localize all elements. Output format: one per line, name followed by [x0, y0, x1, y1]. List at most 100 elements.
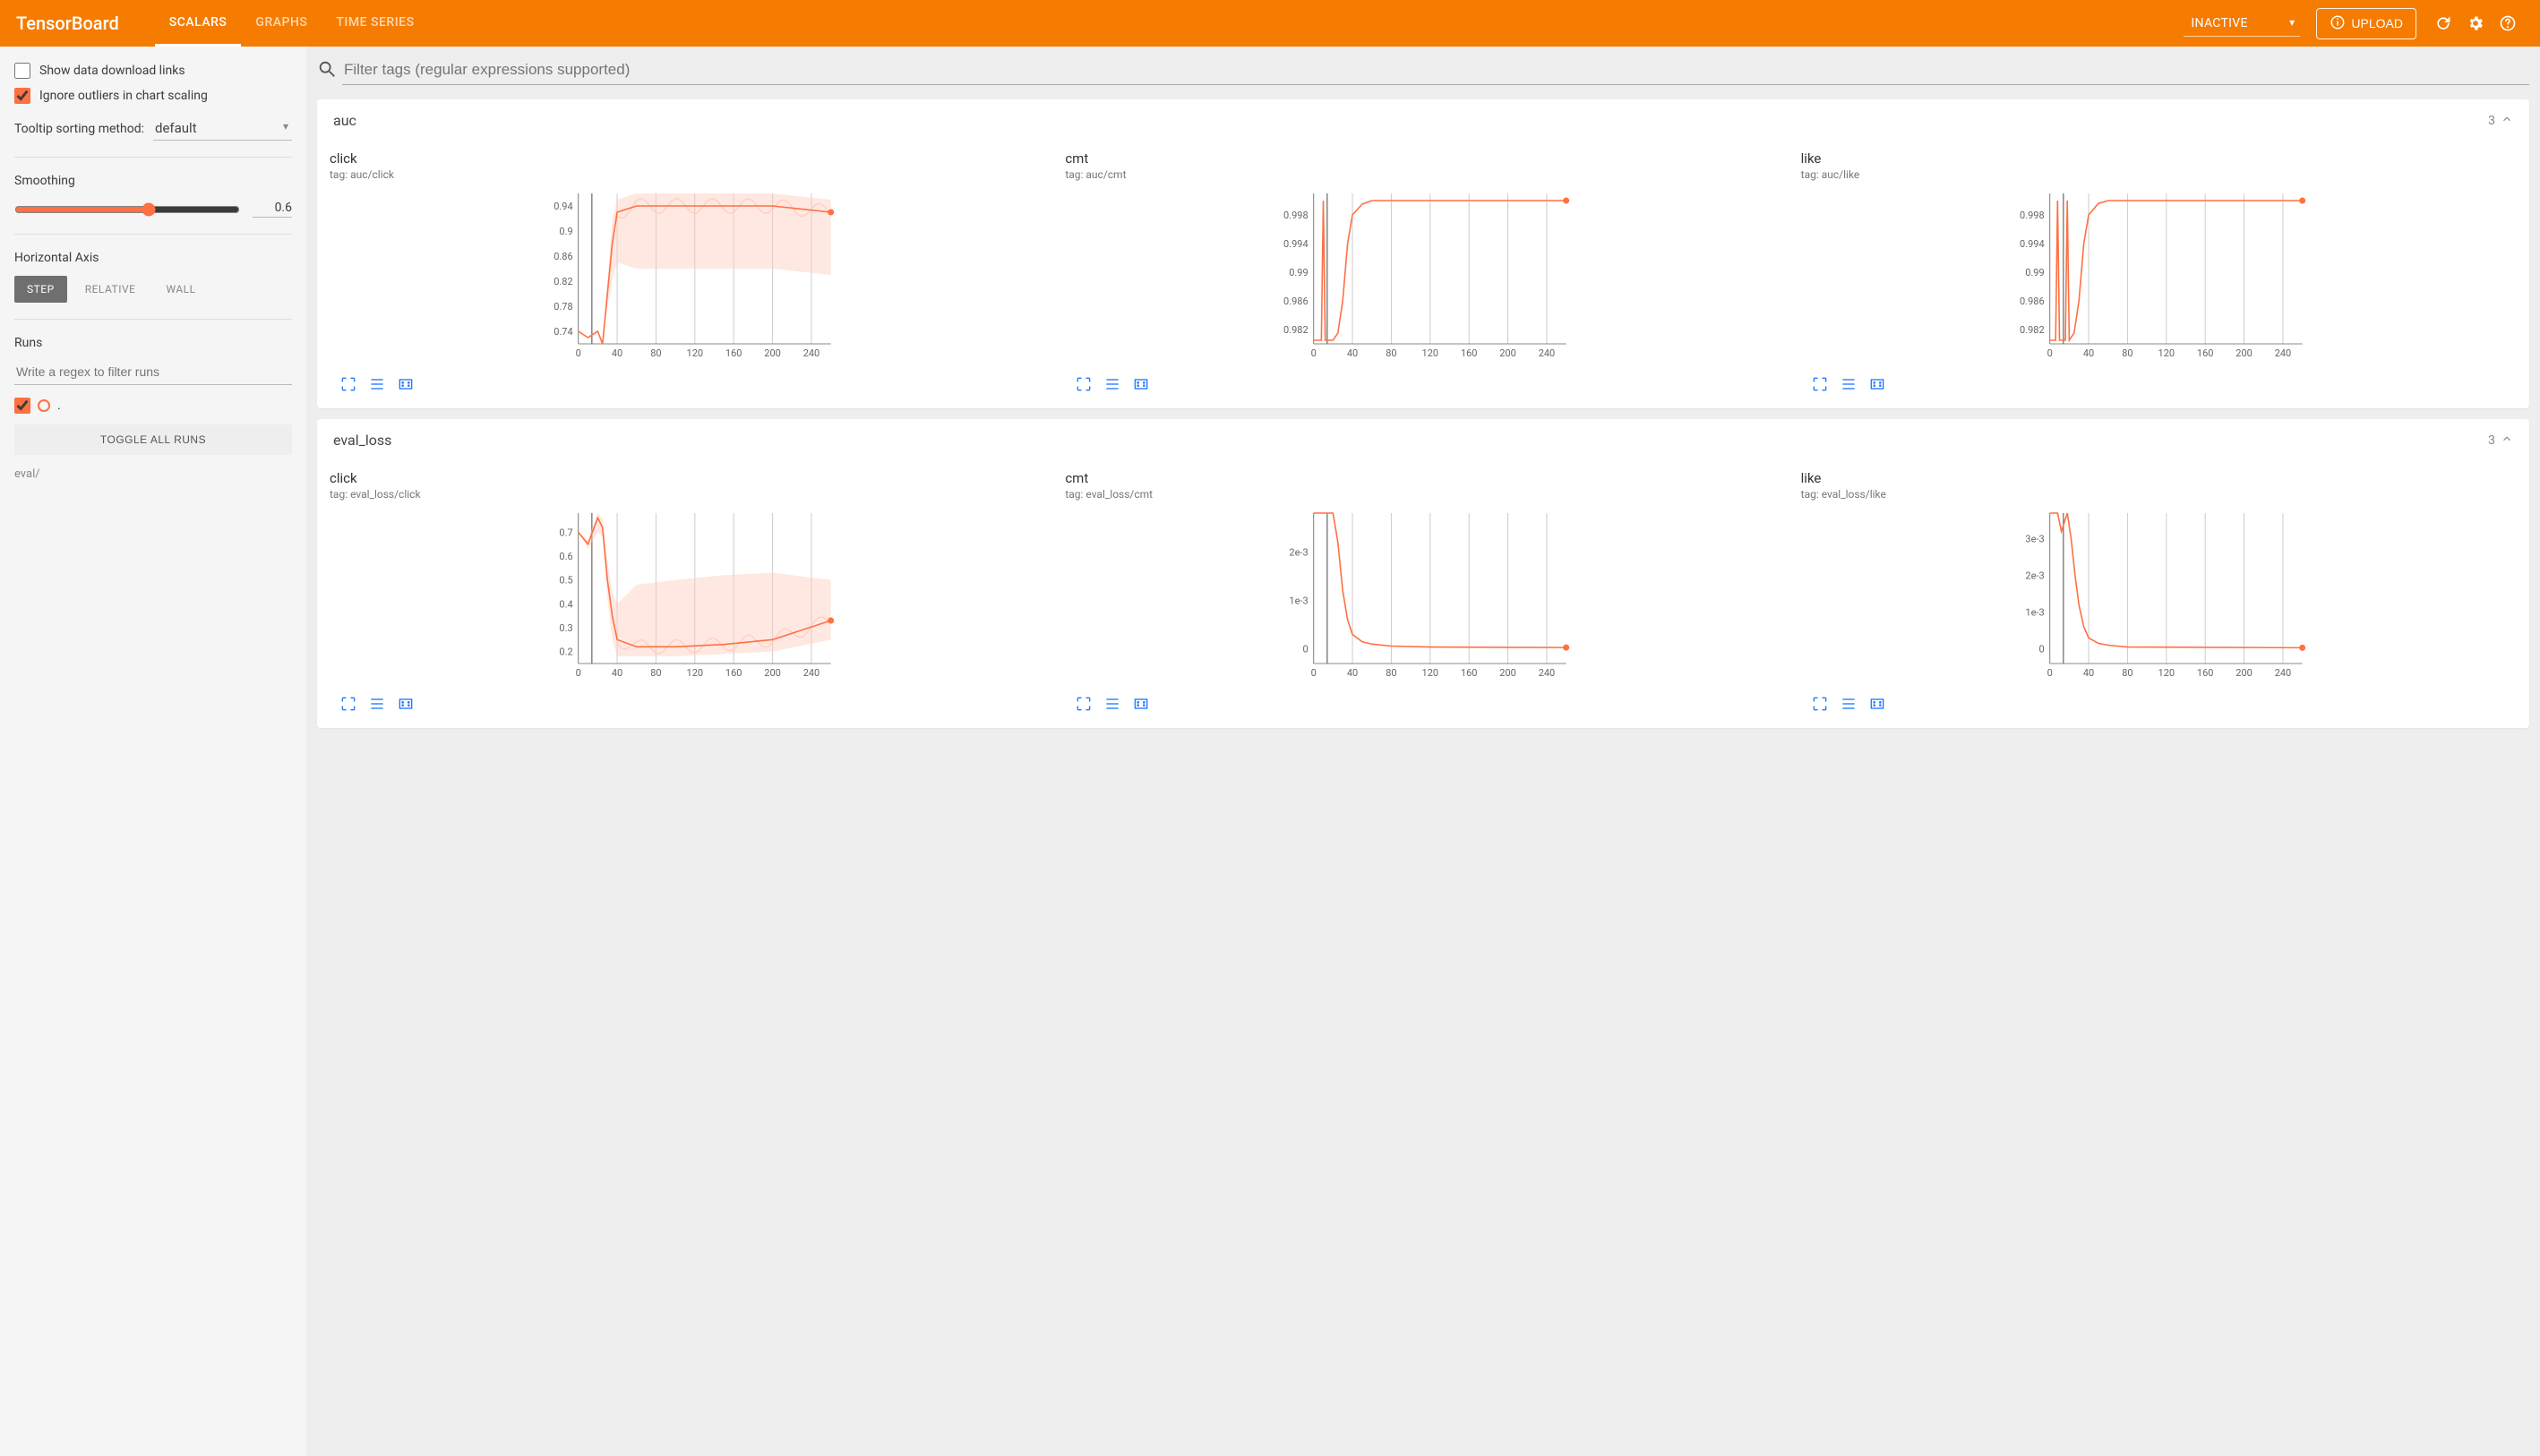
brand-title: TensorBoard	[16, 13, 119, 34]
help-button[interactable]	[2492, 7, 2524, 39]
toggle-all-runs-button[interactable]: TOGGLE ALL RUNS	[14, 424, 292, 455]
horizontal-axis-label: Horizontal Axis	[14, 251, 292, 265]
svg-text:0.99: 0.99	[2025, 267, 2044, 278]
svg-text:200: 200	[764, 667, 781, 679]
svg-text:0.986: 0.986	[1283, 295, 1309, 307]
chart-tools	[330, 369, 1045, 401]
fit-domain-icon[interactable]	[1131, 694, 1151, 714]
svg-text:0.94: 0.94	[553, 201, 572, 212]
tooltip-sort-select[interactable]: default	[153, 116, 292, 141]
smoothing-value: 0.6	[253, 201, 292, 218]
fullscreen-icon[interactable]	[1074, 374, 1094, 394]
chevron-up-icon	[2501, 113, 2513, 129]
runs-filter-input[interactable]	[14, 359, 292, 385]
svg-text:0.82: 0.82	[553, 276, 572, 287]
fit-domain-icon[interactable]	[396, 694, 416, 714]
svg-text:0.74: 0.74	[553, 326, 572, 338]
svg-text:40: 40	[612, 347, 622, 359]
fullscreen-icon[interactable]	[339, 694, 358, 714]
chart-plot[interactable]: 01e-32e-304080120160200240	[1065, 506, 1781, 689]
fullscreen-icon[interactable]	[339, 374, 358, 394]
svg-text:200: 200	[1500, 347, 1517, 359]
svg-text:120: 120	[2158, 667, 2175, 679]
svg-text:240: 240	[803, 667, 820, 679]
svg-text:160: 160	[2197, 667, 2214, 679]
search-icon	[317, 59, 342, 82]
chart-title: cmt	[1065, 470, 1781, 486]
log-scale-icon[interactable]	[1103, 694, 1122, 714]
svg-text:80: 80	[650, 347, 661, 359]
chart-plot[interactable]: 0.9820.9860.990.9940.9980408012016020024…	[1801, 186, 2517, 369]
svg-text:40: 40	[612, 667, 622, 679]
svg-text:0.982: 0.982	[2020, 324, 2045, 336]
svg-text:0: 0	[2047, 347, 2052, 359]
tag-filter-input[interactable]	[342, 56, 2529, 85]
chart-tag: tag: auc/like	[1801, 168, 2517, 181]
svg-text:240: 240	[1539, 667, 1556, 679]
header-tab-scalars[interactable]: SCALARS	[155, 0, 242, 47]
svg-text:0.99: 0.99	[1290, 267, 1309, 278]
fit-domain-icon[interactable]	[1867, 694, 1887, 714]
log-scale-icon[interactable]	[367, 374, 387, 394]
svg-text:160: 160	[1461, 347, 1478, 359]
smoothing-label: Smoothing	[14, 174, 292, 188]
upload-label: UPLOAD	[2351, 16, 2403, 30]
upload-button[interactable]: UPLOAD	[2316, 8, 2416, 39]
chart-card: cmt tag: auc/cmt 0.9820.9860.990.9940.99…	[1060, 145, 1786, 401]
chart-tools	[330, 689, 1045, 721]
svg-text:0.4: 0.4	[559, 598, 572, 610]
svg-text:40: 40	[1347, 667, 1358, 679]
svg-text:200: 200	[2235, 667, 2253, 679]
svg-text:1e-3: 1e-3	[1290, 595, 1309, 607]
fullscreen-icon[interactable]	[1810, 694, 1830, 714]
svg-text:0.998: 0.998	[1283, 210, 1309, 221]
chart-plot[interactable]: 0.9820.9860.990.9940.9980408012016020024…	[1065, 186, 1781, 369]
chart-plot[interactable]: 0.740.780.820.860.90.9404080120160200240	[330, 186, 1045, 369]
svg-text:120: 120	[2158, 347, 2175, 359]
refresh-button[interactable]	[2427, 7, 2459, 39]
fit-domain-icon[interactable]	[1131, 374, 1151, 394]
svg-text:200: 200	[764, 347, 781, 359]
chart-plot[interactable]: 0.20.30.40.50.60.704080120160200240	[330, 506, 1045, 689]
settings-button[interactable]	[2459, 7, 2492, 39]
header-tab-graphs[interactable]: GRAPHS	[241, 0, 322, 47]
svg-text:0.5: 0.5	[559, 575, 572, 587]
svg-text:120: 120	[687, 667, 704, 679]
show-download-checkbox[interactable]: Show data download links	[14, 63, 292, 79]
chart-plot[interactable]: 01e-32e-33e-304080120160200240	[1801, 506, 2517, 689]
inactive-dropdown[interactable]: INACTIVE	[2184, 11, 2300, 37]
tag-filter-bar	[306, 47, 2540, 89]
svg-text:160: 160	[2197, 347, 2214, 359]
run-color-swatch	[38, 399, 50, 412]
log-scale-icon[interactable]	[1103, 374, 1122, 394]
axis-option-wall[interactable]: WALL	[153, 276, 208, 303]
svg-text:0.998: 0.998	[2020, 210, 2045, 221]
ignore-outliers-checkbox[interactable]: Ignore outliers in chart scaling	[14, 88, 292, 104]
svg-text:240: 240	[2274, 667, 2291, 679]
fit-domain-icon[interactable]	[396, 374, 416, 394]
log-scale-icon[interactable]	[1839, 374, 1858, 394]
svg-text:0.994: 0.994	[1283, 238, 1309, 250]
section-header[interactable]: eval_loss 3	[317, 419, 2529, 461]
log-scale-icon[interactable]	[367, 694, 387, 714]
chart-card: like tag: eval_loss/like 01e-32e-33e-304…	[1796, 465, 2522, 721]
svg-text:0: 0	[576, 667, 581, 679]
section-count: 3	[2488, 433, 2495, 448]
smoothing-slider[interactable]	[14, 202, 240, 217]
axis-option-relative[interactable]: RELATIVE	[73, 276, 149, 303]
fullscreen-icon[interactable]	[1074, 694, 1094, 714]
svg-text:0.78: 0.78	[553, 301, 572, 313]
svg-text:200: 200	[1500, 667, 1517, 679]
header-tab-time-series[interactable]: TIME SERIES	[322, 0, 428, 47]
svg-text:80: 80	[2122, 347, 2132, 359]
svg-text:0.6: 0.6	[559, 551, 572, 562]
svg-text:2e-3: 2e-3	[2025, 570, 2044, 582]
svg-text:0.9: 0.9	[559, 226, 572, 237]
fit-domain-icon[interactable]	[1867, 374, 1887, 394]
run-row[interactable]: .	[14, 398, 292, 414]
fullscreen-icon[interactable]	[1810, 374, 1830, 394]
svg-text:0: 0	[2047, 667, 2052, 679]
log-scale-icon[interactable]	[1839, 694, 1858, 714]
axis-option-step[interactable]: STEP	[14, 276, 67, 303]
section-header[interactable]: auc 3	[317, 99, 2529, 141]
